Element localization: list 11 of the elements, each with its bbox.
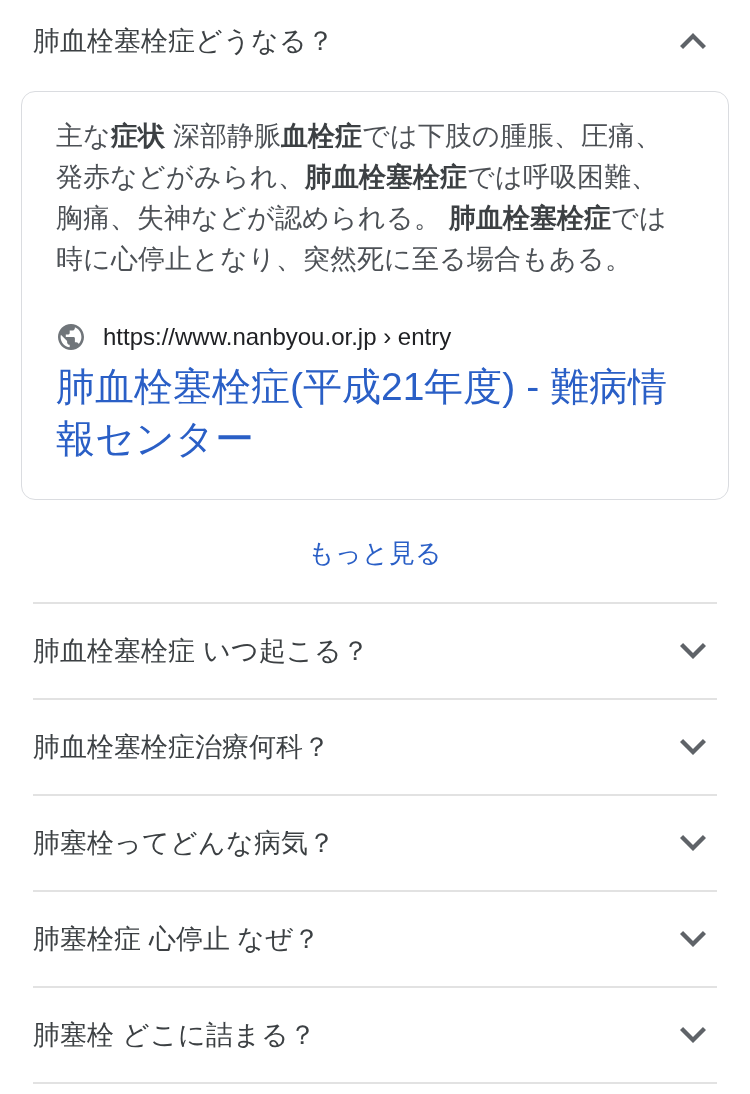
question-toggle[interactable]: 肺塞栓症 心停止 なぜ？ xyxy=(33,892,717,986)
answer-snippet: 主な症状 深部静脈血栓症では下肢の腫脹、圧痛、発赤などがみられ、肺血栓塞栓症では呼吸困難、胸痛、失神などが認められる。 肺血栓塞栓症では時に心停止となり、突然死に至る場合もある。 xyxy=(56,120,668,276)
result-title-link[interactable]: 肺血栓塞栓症(平成21年度) - 難病情報センター xyxy=(56,361,694,465)
globe-icon xyxy=(58,324,84,350)
question-toggle[interactable]: 肺塞栓 どこに詰まる？ xyxy=(33,988,717,1082)
question-toggle[interactable]: 肺血栓塞栓症 いつ起こる？ xyxy=(33,604,717,698)
source-url: https://www.nanbyou.or.jp › entry xyxy=(103,323,452,351)
question-toggle[interactable]: 肺塞栓ってどんな病気？ xyxy=(33,796,717,890)
question-toggle[interactable]: 肺血栓塞栓症どうなる？ xyxy=(33,0,717,88)
more-link[interactable]: もっと見る xyxy=(308,535,442,571)
question-toggle[interactable]: 肺血栓塞栓症治療何科？ xyxy=(33,700,717,794)
